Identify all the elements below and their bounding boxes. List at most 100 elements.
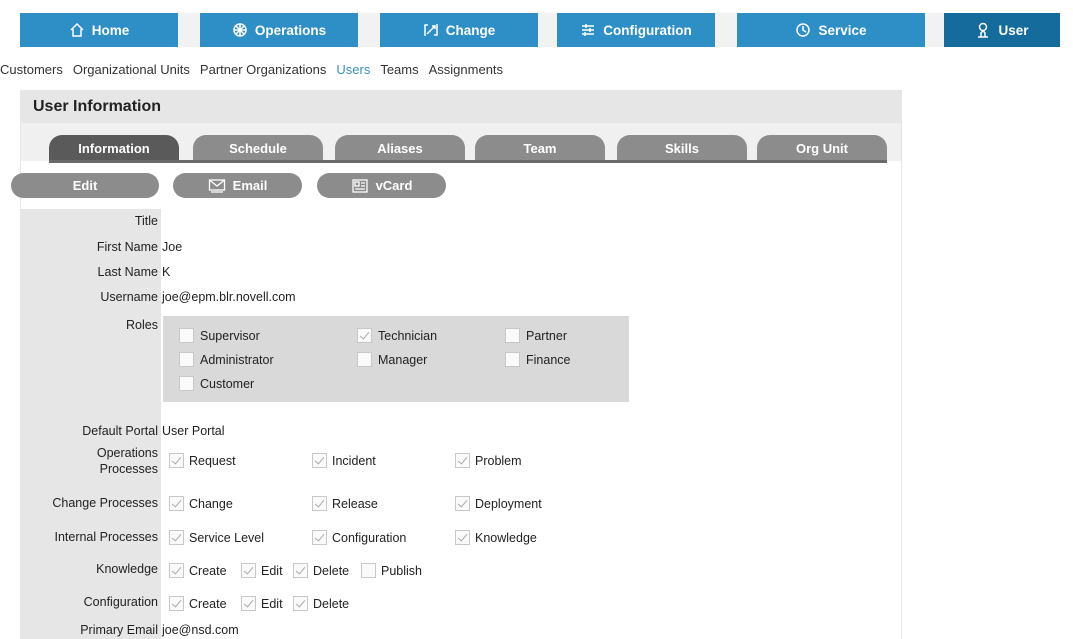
deployment-label: Deployment	[475, 497, 542, 511]
title-label: Title	[134, 214, 158, 228]
subnav-item-partner-organizations[interactable]: Partner Organizations	[200, 62, 326, 77]
edit-button-label: Edit	[72, 178, 98, 193]
nav-tab-user[interactable]: User	[944, 13, 1060, 47]
clock-icon	[796, 23, 811, 37]
default-portal-value: User Portal	[162, 424, 225, 438]
nav-tab-operations[interactable]: Operations	[200, 13, 358, 47]
knowledge-edit-label: Edit	[261, 564, 283, 578]
knowledge-edit-checkbox[interactable]	[241, 563, 256, 578]
tab-aliases[interactable]: Aliases	[335, 135, 465, 161]
vcard-icon	[351, 178, 368, 193]
primary-email-value: joe@nsd.com	[162, 623, 239, 637]
internal-configuration-checkbox[interactable]	[312, 530, 327, 545]
operations-request[interactable]: Request	[169, 453, 236, 468]
roles-box: Supervisor Technician Partner Administra…	[163, 316, 629, 402]
internal-knowledge[interactable]: Knowledge	[455, 530, 537, 545]
internal-service-level[interactable]: Service Level	[169, 530, 264, 545]
configuration-delete[interactable]: Delete	[293, 596, 349, 611]
role-supervisor[interactable]: Supervisor	[179, 328, 260, 343]
deployment-checkbox[interactable]	[455, 496, 470, 511]
operations-label-line1: Operations	[96, 446, 158, 460]
configuration-create-checkbox[interactable]	[169, 596, 184, 611]
operations-incident[interactable]: Incident	[312, 453, 376, 468]
release-checkbox[interactable]	[312, 496, 327, 511]
tab-team[interactable]: Team	[475, 135, 605, 161]
nav-tab-label: User	[998, 22, 1029, 38]
change-checkbox[interactable]	[169, 496, 184, 511]
role-manager[interactable]: Manager	[357, 352, 427, 367]
tab-org-unit[interactable]: Org Unit	[757, 135, 887, 161]
change-option-label: Change	[189, 497, 233, 511]
configuration-delete-checkbox[interactable]	[293, 596, 308, 611]
role-administrator[interactable]: Administrator	[179, 352, 274, 367]
request-checkbox[interactable]	[169, 453, 184, 468]
knowledge-delete[interactable]: Delete	[293, 563, 349, 578]
knowledge-publish[interactable]: Publish	[361, 563, 422, 578]
nav-tab-home[interactable]: Home	[20, 13, 178, 47]
configuration-edit[interactable]: Edit	[241, 596, 283, 611]
knowledge-delete-label: Delete	[313, 564, 350, 578]
internal-knowledge-checkbox[interactable]	[455, 530, 470, 545]
service-level-checkbox[interactable]	[169, 530, 184, 545]
subnav-item-customers[interactable]: Customers	[0, 62, 63, 77]
nav-tab-change[interactable]: Change	[380, 13, 538, 47]
role-customer-checkbox[interactable]	[179, 376, 194, 391]
internal-knowledge-label: Knowledge	[475, 531, 537, 545]
role-technician[interactable]: Technician	[357, 328, 437, 343]
knowledge-create-checkbox[interactable]	[169, 563, 184, 578]
change-release[interactable]: Release	[312, 496, 378, 511]
role-customer[interactable]: Customer	[179, 376, 254, 391]
role-manager-checkbox[interactable]	[357, 352, 372, 367]
subnav-item-assignments[interactable]: Assignments	[429, 62, 503, 77]
action-bar: Edit Email vCard	[11, 163, 901, 199]
change-change[interactable]: Change	[169, 496, 233, 511]
knowledge-publish-label: Publish	[381, 564, 422, 578]
subnav-item-users[interactable]: Users	[336, 62, 370, 77]
tab-information[interactable]: Information	[49, 135, 179, 161]
internal-configuration[interactable]: Configuration	[312, 530, 406, 545]
knowledge-edit[interactable]: Edit	[241, 563, 283, 578]
problem-label: Problem	[475, 454, 522, 468]
subnav-item-teams[interactable]: Teams	[380, 62, 418, 77]
edit-button[interactable]: Edit	[11, 173, 159, 198]
knowledge-publish-checkbox[interactable]	[361, 563, 376, 578]
role-partner-checkbox[interactable]	[505, 328, 520, 343]
role-supervisor-checkbox[interactable]	[179, 328, 194, 343]
username-label: Username	[100, 290, 158, 304]
configuration-edit-checkbox[interactable]	[241, 596, 256, 611]
problem-checkbox[interactable]	[455, 453, 470, 468]
internal-processes-label: Internal Processes	[54, 530, 158, 544]
configuration-create[interactable]: Create	[169, 596, 227, 611]
configuration-create-label: Create	[189, 597, 227, 611]
configuration-icon	[582, 24, 595, 36]
last-name-value: K	[162, 265, 171, 279]
vcard-button-label: vCard	[375, 178, 413, 193]
primary-email-label: Primary Email	[80, 623, 158, 637]
role-finance-checkbox[interactable]	[505, 352, 520, 367]
configuration-edit-label: Edit	[261, 597, 283, 611]
operations-problem[interactable]: Problem	[455, 453, 522, 468]
knowledge-create[interactable]: Create	[169, 563, 227, 578]
email-button[interactable]: Email	[173, 173, 302, 198]
operations-label-line2: Processes	[99, 462, 158, 476]
nav-tab-label: Operations	[254, 22, 327, 38]
nav-tab-label: Service	[818, 22, 867, 38]
change-deployment[interactable]: Deployment	[455, 496, 542, 511]
internal-configuration-label: Configuration	[332, 531, 407, 545]
panel-title: User Information	[21, 90, 901, 123]
knowledge-delete-checkbox[interactable]	[293, 563, 308, 578]
incident-checkbox[interactable]	[312, 453, 327, 468]
nav-tab-label: Change	[445, 22, 496, 38]
tab-skills[interactable]: Skills	[617, 135, 747, 161]
role-partner[interactable]: Partner	[505, 328, 567, 343]
service-level-label: Service Level	[189, 531, 265, 545]
nav-tab-service[interactable]: Service	[737, 13, 925, 47]
home-icon	[70, 22, 84, 37]
role-technician-checkbox[interactable]	[357, 328, 372, 343]
nav-tab-configuration[interactable]: Configuration	[557, 13, 715, 47]
vcard-button[interactable]: vCard	[317, 173, 446, 198]
subnav-item-organizational-units[interactable]: Organizational Units	[73, 62, 190, 77]
role-administrator-checkbox[interactable]	[179, 352, 194, 367]
role-finance[interactable]: Finance	[505, 352, 570, 367]
tab-schedule[interactable]: Schedule	[193, 135, 323, 161]
